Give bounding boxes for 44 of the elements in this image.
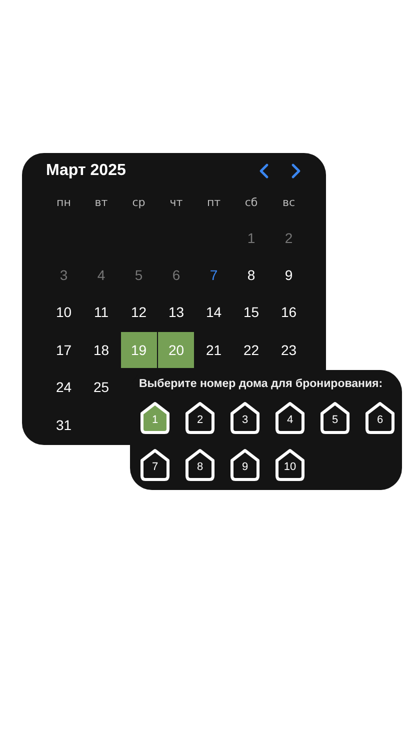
next-month-icon[interactable] <box>290 163 302 179</box>
calendar-day[interactable]: 4 <box>83 257 120 294</box>
calendar-day[interactable]: 8 <box>233 257 270 294</box>
weekday-label: пт <box>206 196 221 209</box>
house-button[interactable]: 8 <box>184 448 216 482</box>
previous-month-icon[interactable] <box>258 163 270 179</box>
calendar-day[interactable]: 11 <box>83 294 120 330</box>
calendar-day[interactable]: 18 <box>83 332 120 368</box>
house-button[interactable]: 3 <box>229 401 261 435</box>
calendar-day[interactable]: 7 <box>196 257 232 294</box>
calendar-day[interactable]: 25 <box>83 369 120 406</box>
month-title: Март 2025 <box>46 162 127 180</box>
calendar-day[interactable]: 5 <box>120 257 157 294</box>
house-button[interactable]: 9 <box>229 448 261 482</box>
weekday-label: вт <box>94 196 108 209</box>
calendar-day[interactable]: 21 <box>196 332 232 368</box>
calendar-day[interactable]: 31 <box>46 406 82 443</box>
calendar-day[interactable]: 17 <box>46 332 82 368</box>
house-button[interactable]: 7 <box>139 448 171 482</box>
calendar-day[interactable]: 22 <box>233 332 270 368</box>
calendar-day[interactable]: 10 <box>46 294 82 330</box>
house-button[interactable]: 2 <box>184 401 216 435</box>
weekday-label: ср <box>132 196 146 209</box>
picker-title: Выберите номер дома для бронирования: <box>139 378 384 390</box>
weekday-label: сб <box>244 196 258 209</box>
calendar-day[interactable]: 13 <box>158 294 194 330</box>
calendar-day[interactable]: 14 <box>196 294 232 330</box>
weekday-label: чт <box>170 196 183 209</box>
calendar-day[interactable]: 9 <box>270 257 307 294</box>
calendar-day[interactable]: 16 <box>270 294 307 330</box>
house-button[interactable]: 4 <box>274 401 306 435</box>
calendar-day[interactable]: 2 <box>270 220 307 256</box>
calendar-day[interactable]: 15 <box>233 294 270 330</box>
house-button[interactable]: 5 <box>319 401 351 435</box>
house-button[interactable]: 6 <box>364 401 396 435</box>
calendar-day[interactable]: 6 <box>158 257 194 294</box>
calendar-day[interactable]: 1 <box>233 220 270 256</box>
calendar-day[interactable]: 23 <box>270 332 307 368</box>
weekday-label: вс <box>282 196 296 209</box>
calendar-day[interactable]: 24 <box>46 369 82 406</box>
calendar-day[interactable]: 3 <box>46 257 82 294</box>
calendar-day[interactable]: 12 <box>120 294 157 330</box>
house-button[interactable]: 10 <box>274 448 306 482</box>
weekday-label: пн <box>56 196 71 209</box>
